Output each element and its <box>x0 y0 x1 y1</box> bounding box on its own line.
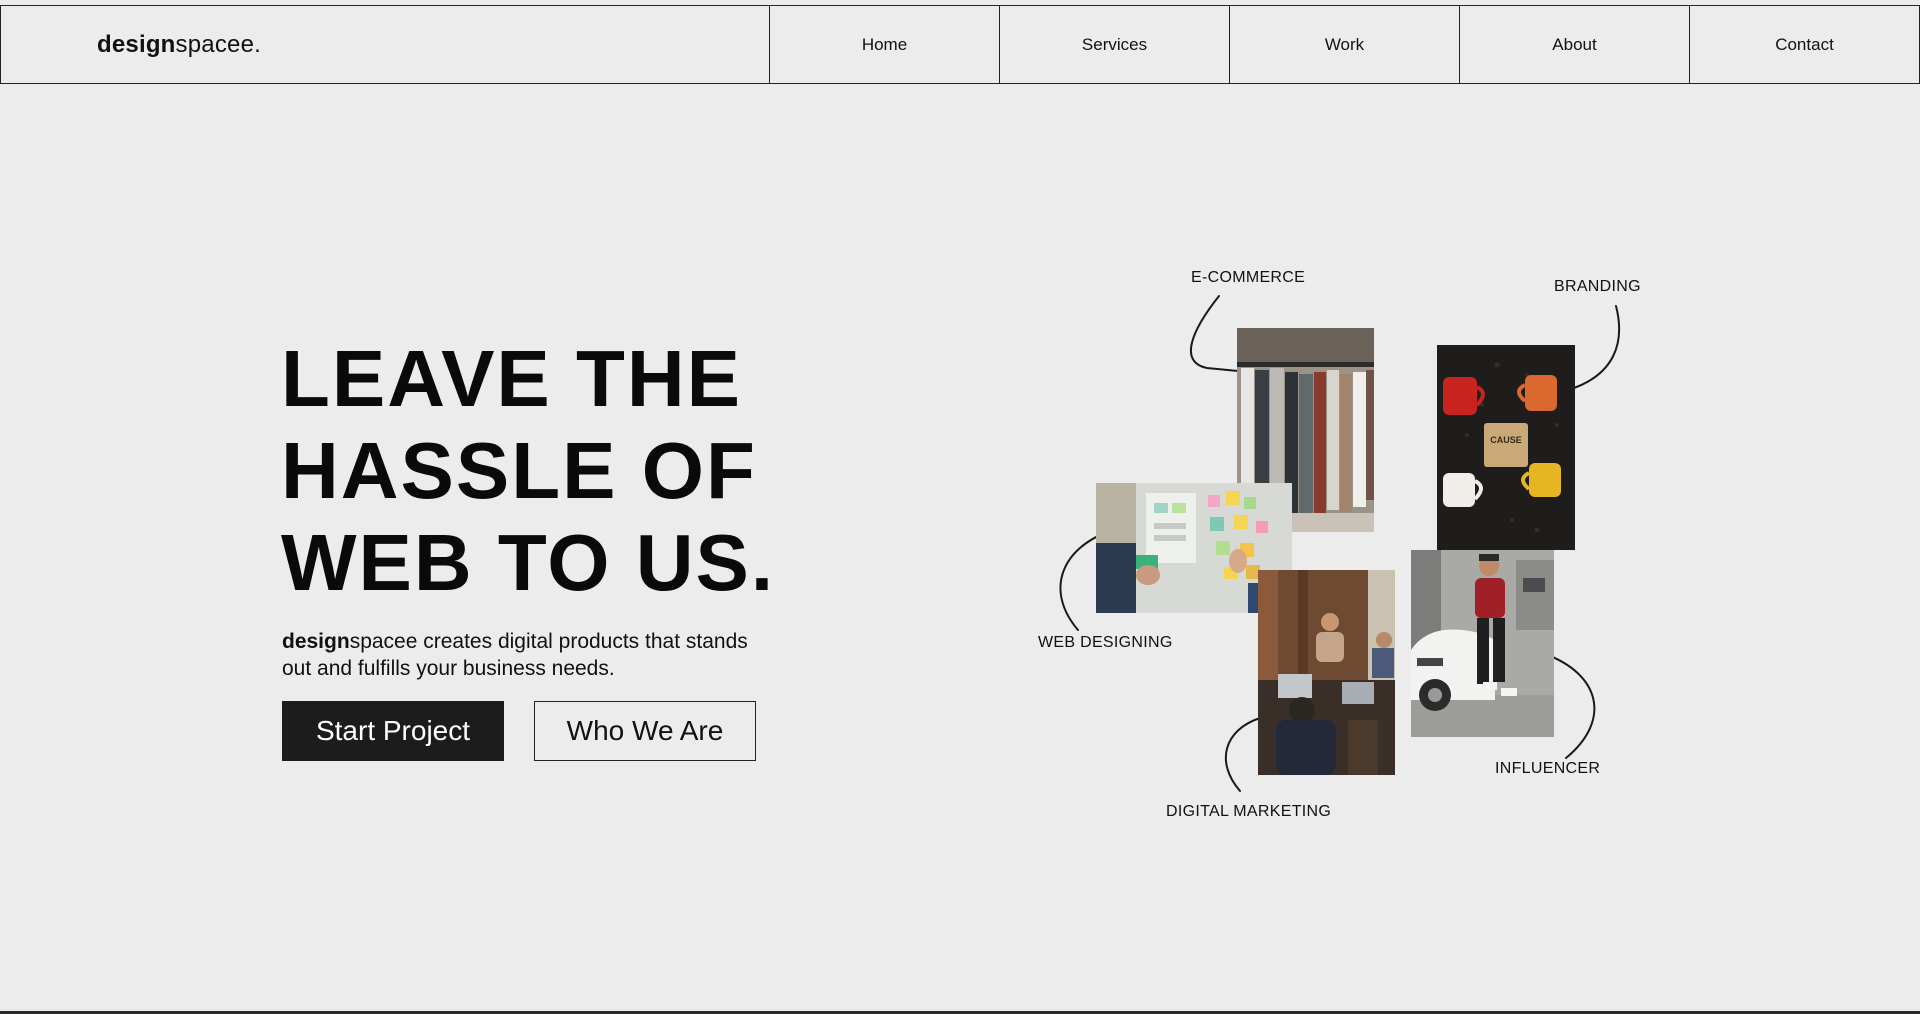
label-branding: BRANDING <box>1554 278 1641 295</box>
branding-image: CAUSE <box>1437 345 1575 550</box>
mug-brand-text: CAUSE <box>1490 435 1522 445</box>
connector-branding <box>1573 305 1621 389</box>
influencer-image <box>1411 550 1554 737</box>
digital-marketing-image <box>1258 570 1395 775</box>
connector-ecommerce <box>1189 295 1239 372</box>
label-web-designing: WEB DESIGNING <box>1038 634 1173 651</box>
page: design spacee. Home Services Work About C… <box>0 0 1920 1014</box>
label-ecommerce: E-COMMERCE <box>1191 269 1306 286</box>
connector-digital-marketing <box>1224 717 1261 792</box>
label-digital-marketing: DIGITAL MARKETING <box>1166 803 1332 820</box>
collage-connector-lines <box>1059 295 1621 792</box>
label-influencer: INFLUENCER <box>1495 760 1601 777</box>
